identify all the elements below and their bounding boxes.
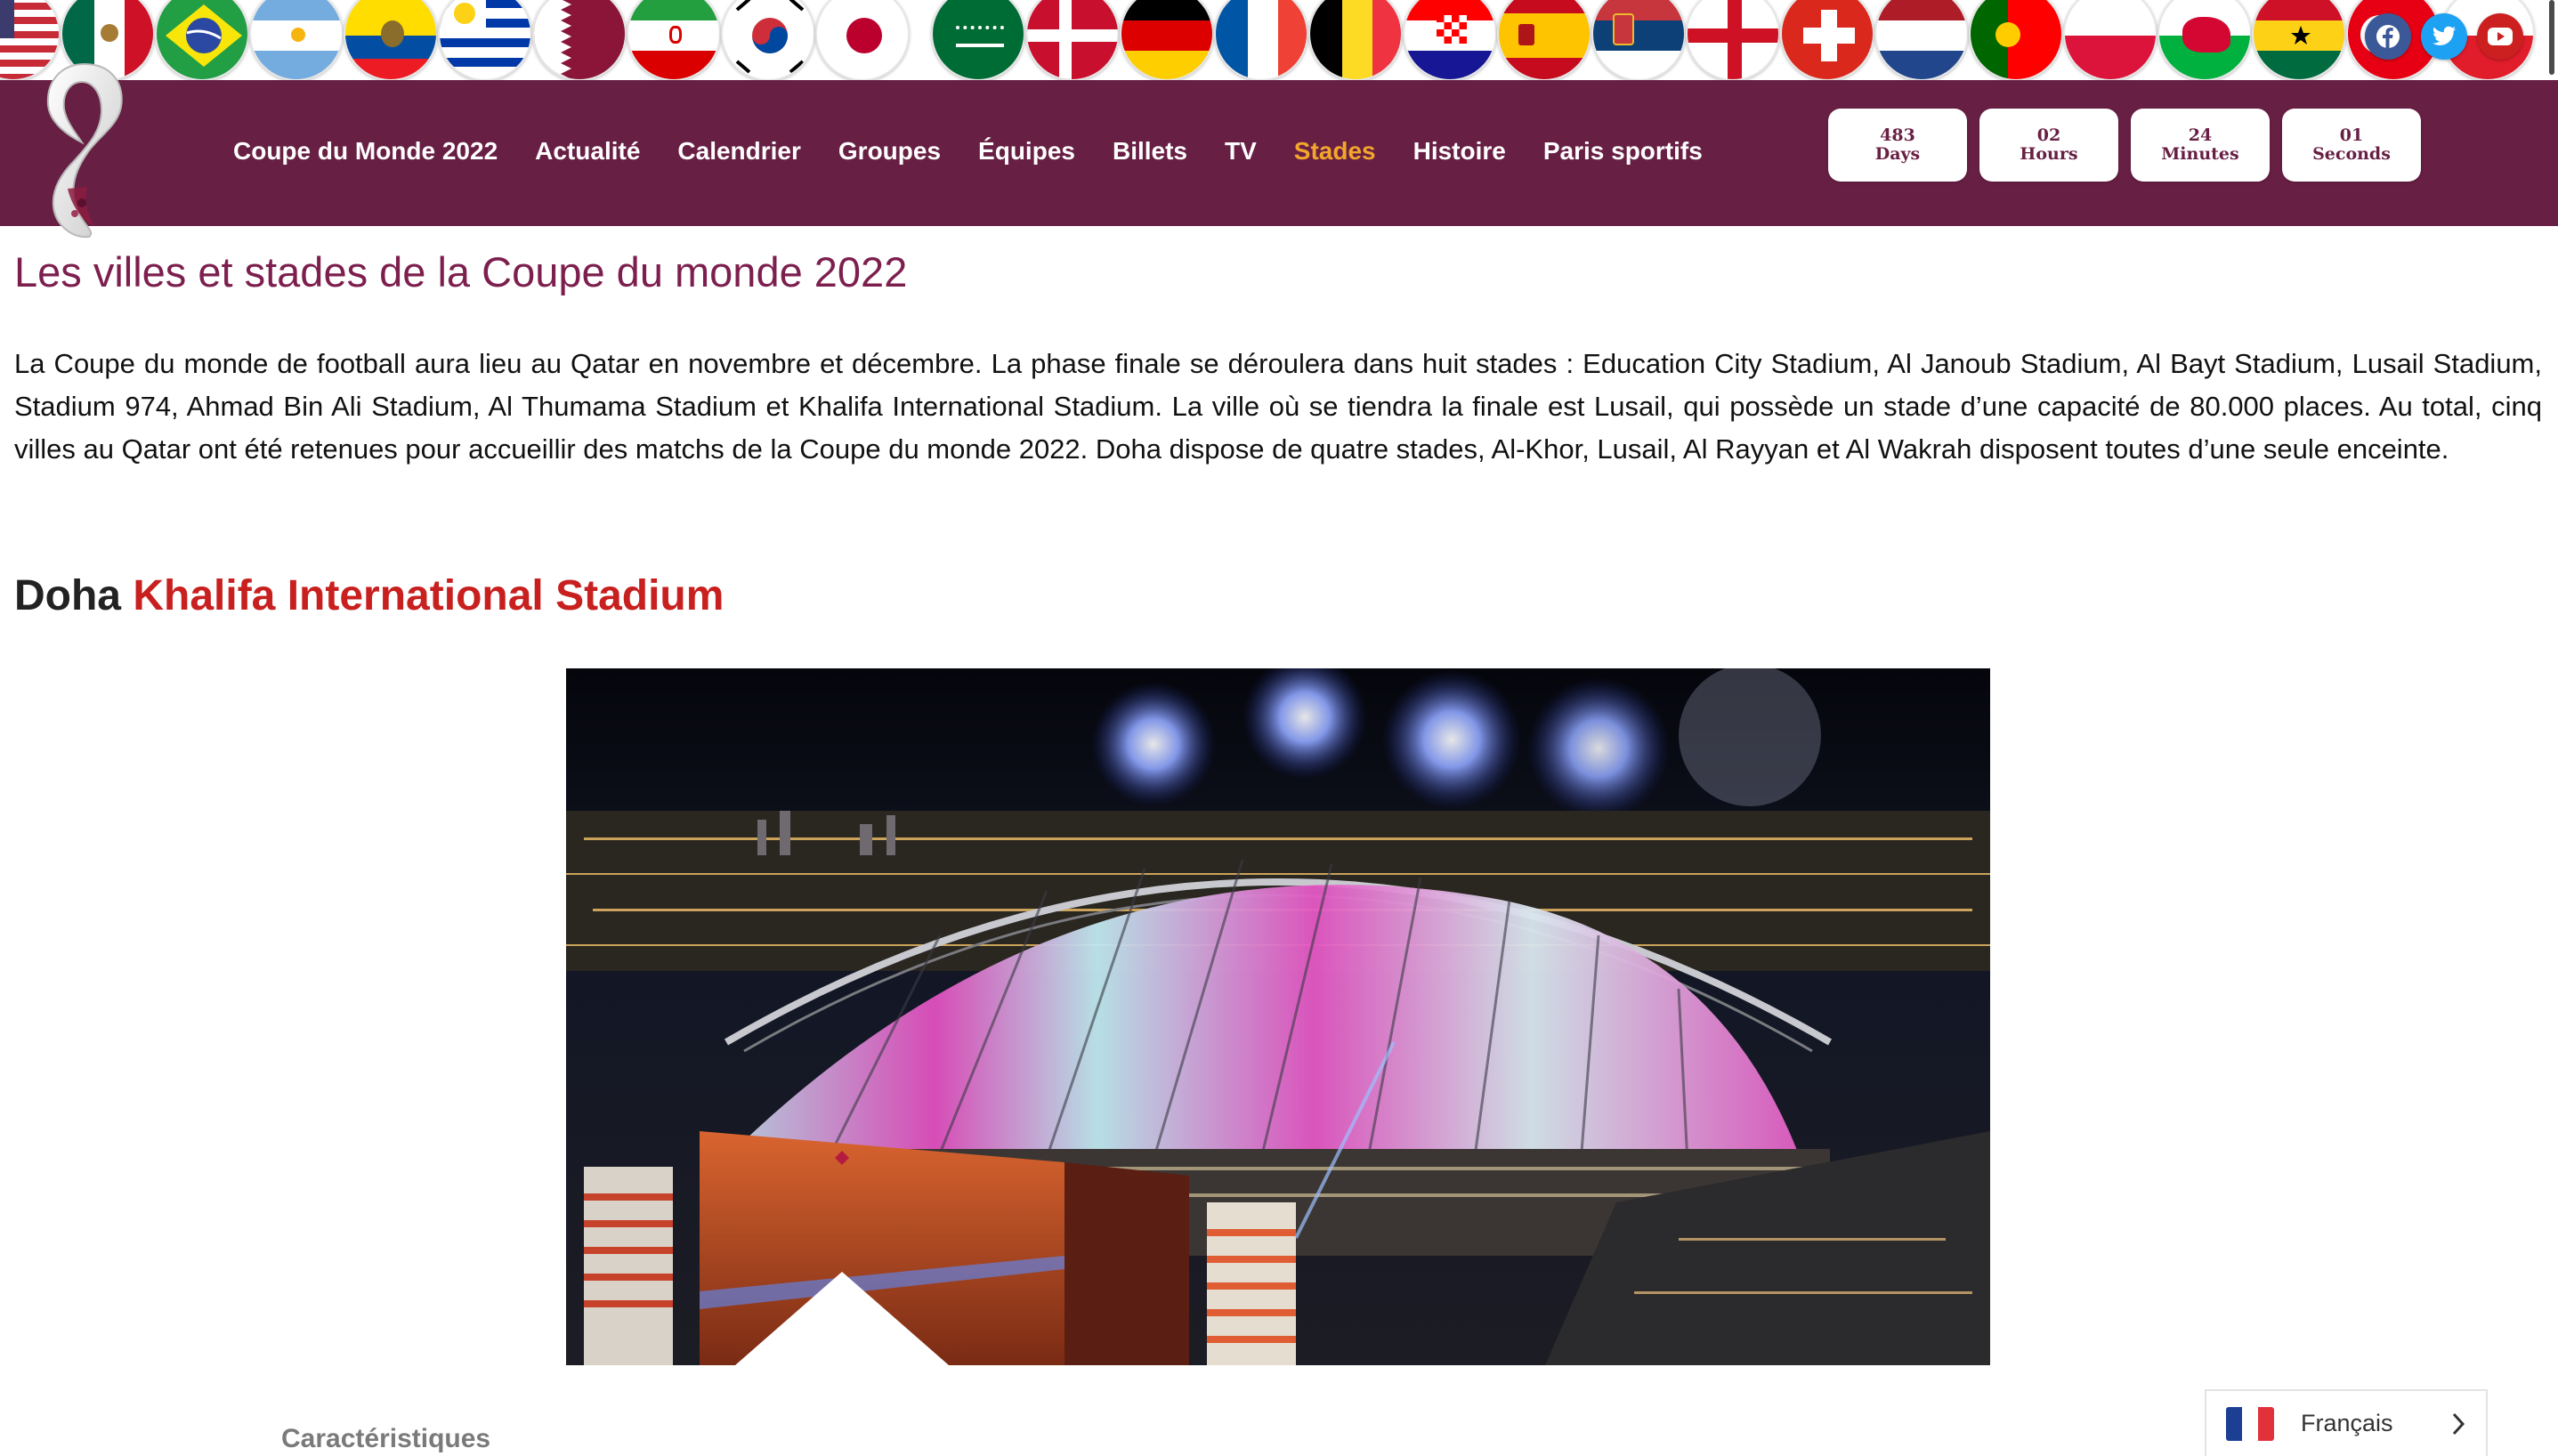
nav-item-stades[interactable]: Stades [1294,137,1376,166]
twitter-icon[interactable] [2421,13,2467,60]
nav-item-equipes[interactable]: Équipes [978,137,1075,166]
flag-croatia-icon[interactable] [1403,0,1497,80]
youtube-icon[interactable] [2477,13,2523,60]
intro-paragraph: La Coupe du monde de football aura lieu … [14,348,2542,465]
flag-strip [0,0,2558,80]
flag-serbia-icon[interactable] [1591,0,1686,80]
flag-brazil-icon[interactable] [155,0,249,80]
flag-belgium-icon[interactable] [1308,0,1403,80]
countdown-days-value: 483 [1880,125,1915,145]
scrollbar-thumb[interactable] [2549,0,2554,75]
countdown-minutes-unit: Minutes [2161,144,2239,164]
flag-south-korea-icon[interactable] [721,0,815,80]
flag-portugal-icon[interactable] [1969,0,2063,80]
nav-item-coupe-du-monde[interactable]: Coupe du Monde 2022 [233,137,498,166]
flag-saudi-arabia-icon[interactable] [931,0,1025,80]
flag-qatar-icon[interactable] [532,0,627,80]
flag-poland-icon[interactable] [2063,0,2157,80]
tab-caracteristiques[interactable]: Caractéristiques [281,1424,490,1454]
language-selector[interactable]: Français [2205,1389,2488,1456]
countdown-seconds: 01 Seconds [2282,109,2421,182]
countdown-seconds-unit: Seconds [2312,144,2391,164]
flag-netherlands-icon[interactable] [1874,0,1969,80]
countdown-days: 483 Days [1828,109,1967,182]
facebook-icon[interactable] [2365,13,2411,60]
flag-denmark-icon[interactable] [1025,0,1120,80]
nav-item-groupes[interactable]: Groupes [838,137,941,166]
nav-menu: Coupe du Monde 2022 Actualité Calendrier… [233,129,1740,174]
countdown-days-unit: Days [1874,144,1921,164]
countdown-seconds-value: 01 [2339,125,2364,145]
stadium-photo [566,668,1990,1365]
flag-ecuador-icon[interactable] [344,0,438,80]
nav-item-calendrier[interactable]: Calendrier [677,137,801,166]
nav-item-histoire[interactable]: Histoire [1413,137,1506,166]
nav-item-billets[interactable]: Billets [1113,137,1187,166]
nav-item-paris-sportifs[interactable]: Paris sportifs [1543,137,1703,166]
flag-uruguay-icon[interactable] [438,0,532,80]
nav-item-tv[interactable]: TV [1225,137,1257,166]
page-title: Les villes et stades de la Coupe du mond… [14,248,908,295]
flag-france-icon[interactable] [1214,0,1308,80]
france-flag-icon [2226,1406,2274,1441]
countdown-minutes-value: 24 [2188,125,2213,145]
countdown-hours-unit: Hours [2020,144,2078,164]
flag-japan-icon[interactable] [815,0,910,80]
flag-ghana-icon[interactable] [2252,0,2346,80]
countdown-hours: 02 Hours [1979,109,2118,182]
flag-argentina-icon[interactable] [249,0,344,80]
section-stadium[interactable]: Khalifa International Stadium [133,572,724,619]
flag-wales-icon[interactable] [2157,0,2252,80]
countdown-minutes: 24 Minutes [2131,109,2270,182]
world-cup-logo[interactable] [36,55,134,242]
chevron-right-icon [2452,1412,2465,1436]
language-label: Français [2301,1410,2393,1436]
flag-iran-icon[interactable] [627,0,721,80]
flag-switzerland-icon[interactable] [1780,0,1874,80]
nav-item-actualite[interactable]: Actualité [535,137,640,166]
main-navbar: Coupe du Monde 2022 Actualité Calendrier… [0,80,2558,226]
section-city: Doha [14,572,121,619]
flag-spain-icon[interactable] [1497,0,1591,80]
countdown-hours-value: 02 [2036,125,2061,145]
flag-germany-icon[interactable] [1120,0,1214,80]
section-title: Doha Khalifa International Stadium [14,571,724,620]
flag-england-icon[interactable] [1686,0,1780,80]
